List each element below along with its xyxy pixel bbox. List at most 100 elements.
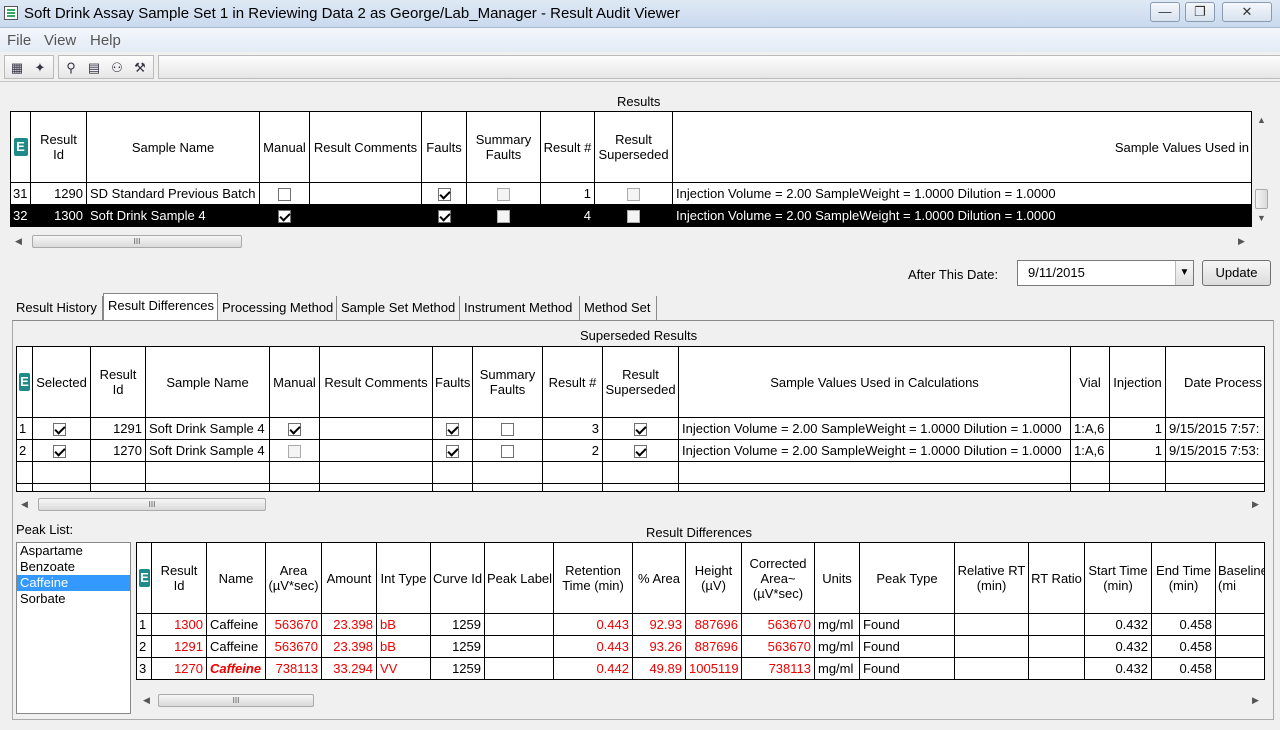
table-row[interactable]: 2 1291 Caffeine 563670 23.398 bB 1259 0.… — [136, 635, 1265, 658]
comments-cell[interactable] — [309, 182, 422, 205]
col-sample-name[interactable]: Sample Name — [86, 111, 260, 183]
comments-cell[interactable] — [309, 204, 422, 227]
col-result-id[interactable]: Result Id — [151, 542, 207, 614]
tab-processing-method[interactable]: Processing Method — [218, 296, 337, 320]
col-int-type[interactable]: Int Type — [376, 542, 431, 614]
scroll-left-icon[interactable]: ◀ — [138, 692, 155, 709]
scroll-up-icon[interactable]: ▲ — [1253, 113, 1270, 128]
col-faults[interactable]: Faults — [421, 111, 467, 183]
col-summary-faults[interactable]: Summary Faults — [472, 346, 543, 418]
list-item-selected[interactable]: Caffeine — [17, 575, 130, 591]
highlight-icon[interactable]: ✦ — [31, 59, 49, 77]
col-selected[interactable]: Selected — [32, 346, 91, 418]
results-hscroll[interactable]: ◀ III ▶ — [10, 233, 1250, 250]
date-picker[interactable]: 9/11/2015 ▼ — [1017, 260, 1194, 286]
list-item[interactable]: Benzoate — [17, 559, 130, 575]
col-summary-faults[interactable]: Summary Faults — [466, 111, 541, 183]
comments-cell[interactable] — [319, 417, 433, 440]
summary-faults-checkbox[interactable] — [472, 439, 543, 462]
table-row[interactable]: 3 1270 Caffeine 738113 33.294 VV 1259 0.… — [136, 657, 1265, 680]
maximize-button[interactable]: ❐ — [1185, 2, 1215, 22]
col-result-superseded[interactable]: Result Superseded — [594, 111, 673, 183]
summary-faults-checkbox[interactable] — [466, 182, 541, 205]
col-manual[interactable]: Manual — [269, 346, 320, 418]
col-result-superseded[interactable]: Result Superseded — [602, 346, 679, 418]
faults-checkbox[interactable] — [432, 439, 473, 462]
col-pct-area[interactable]: % Area — [632, 542, 686, 614]
col-sample-name[interactable]: Sample Name — [145, 346, 270, 418]
col-sample-values[interactable]: Sample Values Used in — [672, 111, 1252, 183]
superseded-hscroll[interactable]: ◀ III ▶ — [16, 496, 1264, 513]
col-relative-rt[interactable]: Relative RT (min) — [954, 542, 1029, 614]
faults-checkbox[interactable] — [432, 417, 473, 440]
find-icon[interactable]: ⚲ — [62, 59, 80, 77]
comments-cell[interactable] — [319, 439, 433, 462]
export-icon[interactable]: E — [16, 346, 33, 418]
export-icon[interactable]: E — [10, 111, 31, 183]
table-row[interactable]: 2 1270 Soft Drink Sample 4 2 Injection V… — [16, 439, 1265, 462]
col-end-time[interactable]: End Time (min) — [1151, 542, 1216, 614]
col-faults[interactable]: Faults — [432, 346, 473, 418]
scroll-thumb[interactable]: III — [38, 498, 266, 511]
selected-checkbox[interactable] — [32, 439, 91, 462]
col-name[interactable]: Name — [206, 542, 266, 614]
col-peak-type[interactable]: Peak Type — [859, 542, 955, 614]
col-corrected-area[interactable]: Corrected Area~ (µV*sec) — [741, 542, 815, 614]
col-manual[interactable]: Manual — [259, 111, 310, 183]
scroll-right-icon[interactable]: ▶ — [1247, 496, 1264, 513]
col-vial[interactable]: Vial — [1070, 346, 1110, 418]
differences-hscroll[interactable]: ◀ III ▶ — [136, 692, 1264, 709]
col-date-processed[interactable]: Date Process — [1165, 346, 1265, 418]
tab-result-history[interactable]: Result History — [12, 296, 103, 320]
menu-help[interactable]: Help — [90, 32, 121, 49]
scroll-thumb[interactable] — [1255, 189, 1268, 209]
col-baseline[interactable]: Baseline (mi — [1215, 542, 1265, 614]
list-item[interactable]: Sorbate — [17, 591, 130, 607]
col-curve-id[interactable]: Curve Id — [430, 542, 485, 614]
col-result-num[interactable]: Result # — [540, 111, 595, 183]
table-row[interactable]: 1 1300 Caffeine 563670 23.398 bB 1259 0.… — [136, 613, 1265, 636]
col-result-comments[interactable]: Result Comments — [309, 111, 422, 183]
menu-view[interactable]: View — [44, 32, 76, 49]
manual-checkbox[interactable] — [259, 204, 310, 227]
col-result-num[interactable]: Result # — [542, 346, 603, 418]
scroll-right-icon[interactable]: ▶ — [1233, 233, 1250, 250]
scroll-thumb[interactable]: III — [158, 694, 314, 707]
col-height[interactable]: Height (µV) — [685, 542, 742, 614]
scroll-left-icon[interactable]: ◀ — [16, 496, 33, 513]
col-result-id[interactable]: Result Id — [90, 346, 146, 418]
filter-icon[interactable]: ⚒ — [131, 59, 149, 77]
selected-checkbox[interactable] — [32, 417, 91, 440]
minimize-button[interactable]: — — [1150, 2, 1180, 22]
scroll-down-icon[interactable]: ▼ — [1253, 211, 1270, 226]
superseded-checkbox[interactable] — [594, 182, 673, 205]
audit-icon[interactable]: ⚇ — [108, 59, 126, 77]
table-row[interactable]: 1 1291 Soft Drink Sample 4 3 Injection V… — [16, 417, 1265, 440]
tab-sample-set-method[interactable]: Sample Set Method — [337, 296, 460, 320]
manual-checkbox[interactable] — [269, 417, 320, 440]
faults-checkbox[interactable] — [421, 182, 467, 205]
compare-icon[interactable]: ▤ — [85, 59, 103, 77]
tab-method-set[interactable]: Method Set — [580, 296, 657, 320]
col-sample-values[interactable]: Sample Values Used in Calculations — [678, 346, 1071, 418]
col-injection[interactable]: Injection — [1109, 346, 1166, 418]
close-button[interactable]: ✕ — [1222, 2, 1272, 22]
list-item[interactable]: Aspartame — [17, 543, 130, 559]
col-start-time[interactable]: Start Time (min) — [1084, 542, 1152, 614]
scroll-thumb[interactable]: III — [32, 235, 242, 248]
col-units[interactable]: Units — [814, 542, 860, 614]
update-button[interactable]: Update — [1202, 260, 1271, 286]
chevron-down-icon[interactable]: ▼ — [1175, 261, 1193, 285]
tab-result-differences[interactable]: Result Differences — [103, 293, 218, 320]
manual-checkbox[interactable] — [259, 182, 310, 205]
menu-file[interactable]: File — [7, 32, 31, 49]
superseded-checkbox[interactable] — [602, 417, 679, 440]
summary-faults-checkbox[interactable] — [472, 417, 543, 440]
col-result-comments[interactable]: Result Comments — [319, 346, 433, 418]
results-vscroll[interactable]: ▲ ▼ — [1253, 111, 1270, 227]
col-area[interactable]: Area (µV*sec) — [265, 542, 322, 614]
col-result-id[interactable]: Result Id — [30, 111, 87, 183]
scroll-right-icon[interactable]: ▶ — [1247, 692, 1264, 709]
export-icon[interactable]: E — [136, 542, 152, 614]
tab-instrument-method[interactable]: Instrument Method — [460, 296, 580, 320]
